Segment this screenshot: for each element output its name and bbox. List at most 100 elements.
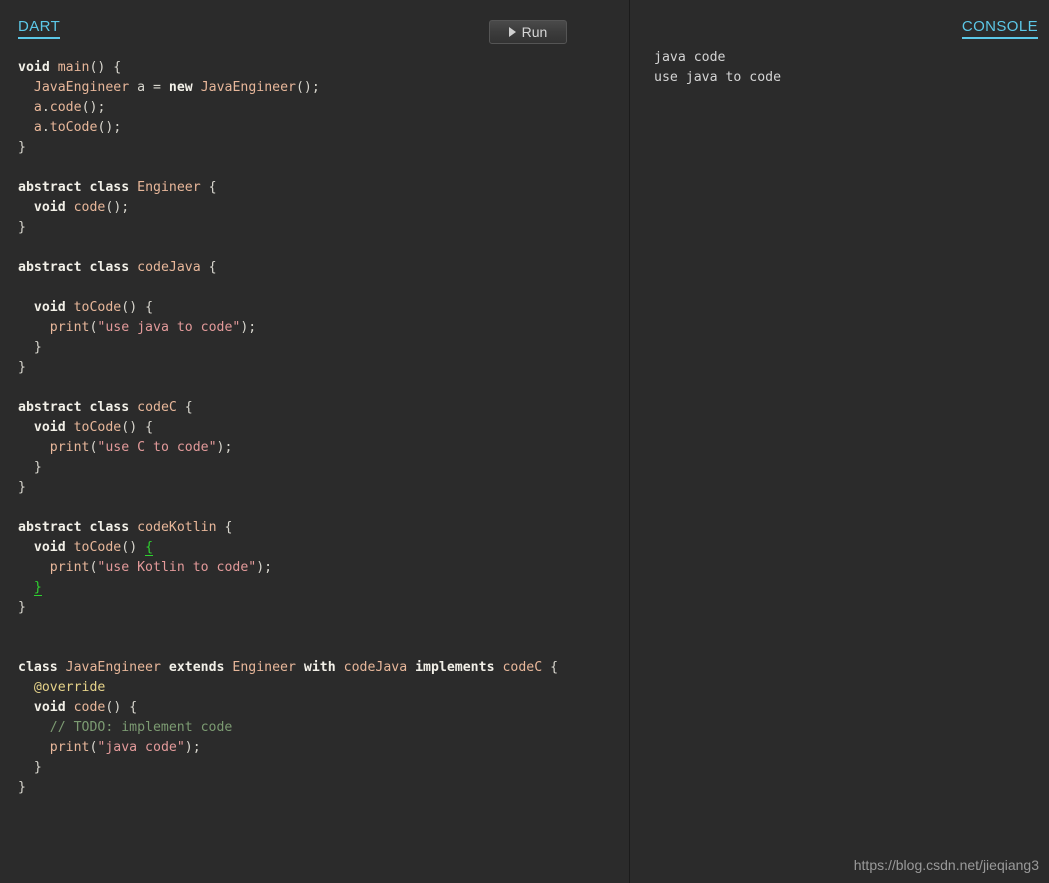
- code-token: Engineer: [137, 180, 201, 195]
- code-token: print: [49, 560, 90, 575]
- code-token: }: [18, 760, 42, 775]
- code-token: codeJava: [137, 260, 201, 275]
- code-token: codeKotlin: [137, 520, 217, 535]
- code-token: code: [73, 200, 106, 215]
- code-token: toCode: [73, 300, 122, 315]
- code-token: }: [18, 220, 26, 235]
- code-token: "use Kotlin to code": [97, 560, 257, 575]
- code-token: with: [303, 660, 336, 675]
- console-line: java code: [654, 50, 726, 65]
- code-token: }: [18, 340, 42, 355]
- code-token: (): [121, 540, 146, 555]
- dartpad-window: DART Run void main() { JavaEngineer a = …: [0, 0, 1049, 883]
- code-token: toCode: [73, 420, 122, 435]
- code-token: abstract: [18, 400, 82, 415]
- code-token: // TODO: implement code: [49, 720, 233, 735]
- console-line: use java to code: [654, 70, 782, 85]
- code-token: void: [18, 60, 50, 75]
- code-token: print: [49, 440, 90, 455]
- code-token: a: [129, 80, 153, 95]
- code-token: );: [184, 740, 201, 755]
- run-button[interactable]: Run: [489, 20, 567, 44]
- code-token: void: [33, 420, 66, 435]
- code-token: extends: [168, 660, 225, 675]
- code-token: toCode: [73, 540, 122, 555]
- code-editor-area[interactable]: void main() { JavaEngineer a = new JavaE…: [0, 46, 629, 883]
- code-token: class: [89, 400, 130, 415]
- code-token: }: [18, 460, 42, 475]
- code-token: implements: [415, 660, 495, 675]
- code-token: {: [216, 520, 233, 535]
- dart-source-code[interactable]: void main() { JavaEngineer a = new JavaE…: [18, 58, 629, 798]
- tab-console[interactable]: CONSOLE: [961, 19, 1038, 39]
- code-token: class: [18, 660, 58, 675]
- code-token: @override: [33, 680, 106, 695]
- code-token: Engineer: [232, 660, 296, 675]
- code-token: () {: [121, 420, 154, 435]
- code-token: abstract: [18, 260, 82, 275]
- code-token: );: [256, 560, 273, 575]
- code-token: void: [33, 700, 66, 715]
- code-token: );: [240, 320, 257, 335]
- tab-dart[interactable]: DART: [18, 19, 61, 39]
- code-token: a: [33, 120, 42, 135]
- code-token: codeC: [502, 660, 543, 675]
- code-token: JavaEngineer: [33, 80, 130, 95]
- code-token: new: [168, 80, 193, 95]
- code-token: }: [18, 480, 26, 495]
- code-token: );: [216, 440, 233, 455]
- code-token: abstract: [18, 180, 82, 195]
- run-button-label: Run: [521, 24, 548, 40]
- code-token: }: [18, 600, 26, 615]
- console-pane: CONSOLE java code use java to code https:…: [630, 0, 1049, 883]
- console-output: java code use java to code: [654, 48, 1039, 843]
- code-token: {: [200, 180, 217, 195]
- code-token: "use C to code": [97, 440, 217, 455]
- code-token: .: [41, 100, 50, 115]
- code-token: toCode: [49, 120, 98, 135]
- code-token: JavaEngineer: [200, 80, 296, 95]
- code-token: "use java to code": [97, 320, 241, 335]
- code-token: void: [33, 200, 66, 215]
- code-token: "java code": [97, 740, 185, 755]
- code-token: {: [542, 660, 559, 675]
- code-token: {: [176, 400, 193, 415]
- code-token: ();: [97, 120, 122, 135]
- editor-pane: DART Run void main() { JavaEngineer a = …: [0, 0, 629, 883]
- code-token: void: [33, 300, 66, 315]
- code-token: code: [49, 100, 82, 115]
- code-token: {: [200, 260, 217, 275]
- console-header: CONSOLE: [630, 0, 1049, 46]
- code-token: ();: [295, 80, 320, 95]
- code-token: () {: [105, 700, 138, 715]
- editor-header: DART Run: [0, 0, 629, 46]
- code-token: () {: [89, 60, 122, 75]
- code-token: .: [41, 120, 50, 135]
- code-token: ();: [105, 200, 130, 215]
- code-token: codeC: [137, 400, 177, 415]
- code-token: () {: [121, 300, 154, 315]
- code-token: class: [89, 520, 130, 535]
